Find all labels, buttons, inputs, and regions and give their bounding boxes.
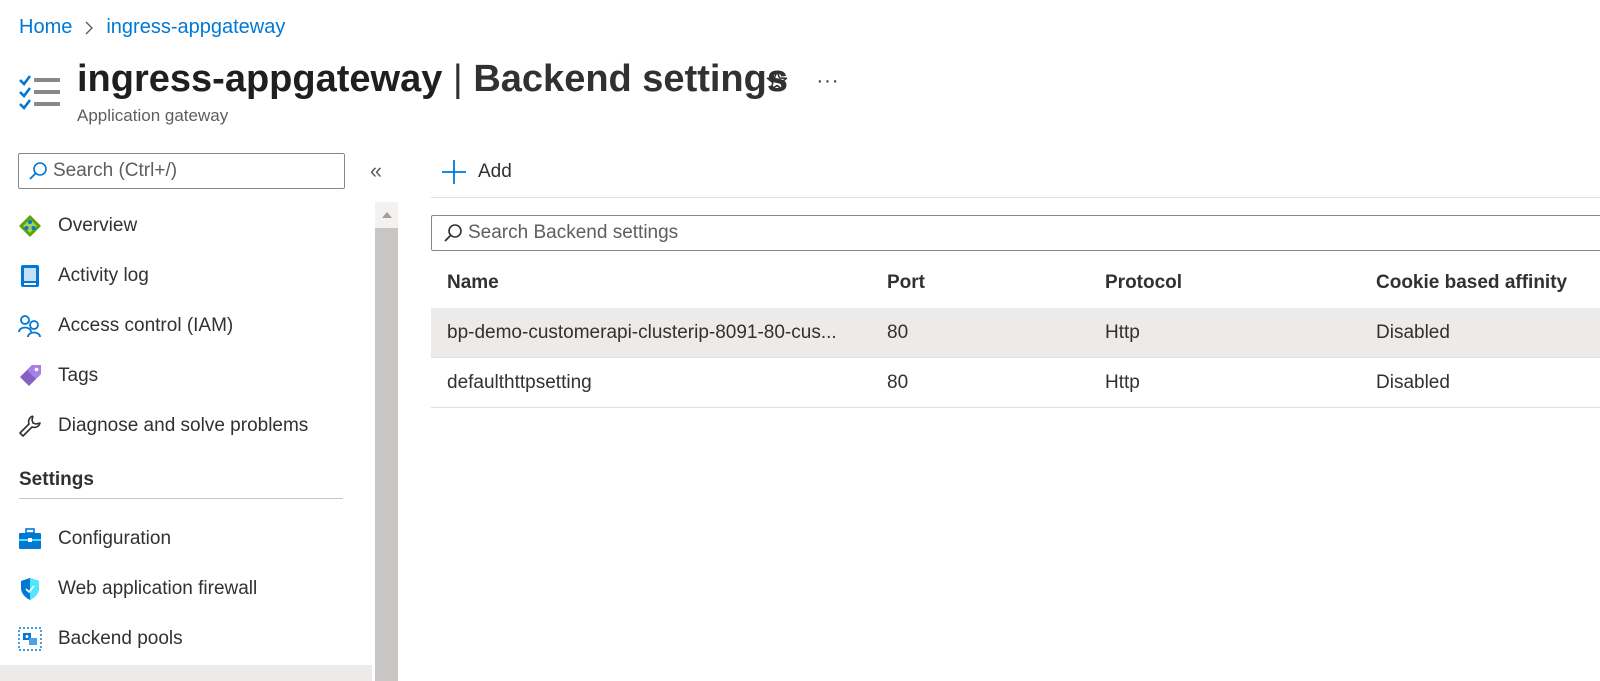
activity-log-icon — [18, 264, 42, 288]
overview-icon — [18, 214, 42, 238]
sidebar-item-label: Access control (IAM) — [58, 315, 234, 336]
sidebar-item-configuration[interactable]: Configuration — [0, 515, 372, 563]
chevron-right-icon — [72, 17, 106, 37]
shield-icon — [18, 577, 42, 601]
sidebar-item-backend-settings[interactable] — [0, 665, 372, 681]
sidebar-section-settings: Settings — [19, 469, 343, 499]
sidebar-item-label: Web application firewall — [58, 578, 258, 599]
table-row[interactable]: defaulthttpsetting 80 Http Disabled — [431, 358, 1600, 408]
backend-pool-icon — [18, 627, 42, 651]
backend-settings-icon — [18, 72, 62, 112]
sidebar-item-waf[interactable]: Web application firewall — [0, 565, 372, 613]
plus-icon — [440, 158, 468, 186]
cell-protocol: Http — [1105, 372, 1140, 393]
toolbar-divider — [431, 197, 1600, 198]
cell-protocol: Http — [1105, 322, 1140, 343]
cell-name[interactable]: bp-demo-customerapi-clusterip-8091-80-cu… — [447, 308, 837, 358]
sidebar-item-label: Configuration — [58, 528, 172, 549]
sidebar-item-label: Backend pools — [58, 628, 183, 649]
search-icon — [438, 216, 468, 250]
add-button[interactable]: Add — [440, 154, 512, 190]
resource-name: ingress-appgateway — [77, 58, 443, 100]
scroll-up-arrow-icon[interactable] — [375, 202, 398, 228]
cell-port: 80 — [887, 372, 909, 393]
cell-port: 80 — [887, 322, 909, 343]
grid-search-input[interactable] — [468, 222, 1368, 244]
sidebar-item-label: Tags — [58, 365, 99, 386]
sidebar-item-label: Diagnose and solve problems — [58, 415, 309, 436]
collapse-nav-button[interactable]: « — [363, 158, 389, 184]
tag-icon — [18, 364, 42, 388]
add-button-label: Add — [478, 161, 512, 182]
nav-search-input[interactable] — [53, 160, 323, 182]
sidebar-item-label: Overview — [58, 215, 138, 236]
cell-affinity: Disabled — [1376, 372, 1450, 393]
column-header-cookie-affinity[interactable]: Cookie based affinity — [1376, 258, 1567, 308]
column-header-port[interactable]: Port — [887, 258, 925, 308]
page-subtitle: Application gateway — [77, 106, 229, 125]
search-icon — [23, 154, 53, 188]
sidebar-item-tags[interactable]: Tags — [0, 352, 372, 400]
sidebar-nav: Overview Activity log Access control (IA… — [0, 202, 372, 681]
nav-search-box[interactable] — [18, 153, 345, 189]
breadcrumb-home-link[interactable]: Home — [19, 16, 72, 39]
table-row[interactable]: bp-demo-customerapi-clusterip-8091-80-cu… — [431, 308, 1600, 358]
cell-name[interactable]: defaulthttpsetting — [447, 358, 592, 408]
sidebar-item-iam[interactable]: Access control (IAM) — [0, 302, 372, 350]
sidebar-scrollbar[interactable] — [375, 202, 398, 681]
scroll-thumb[interactable] — [375, 228, 398, 681]
backend-settings-table: Name Port Protocol Cookie based affinity… — [431, 258, 1600, 408]
cell-affinity: Disabled — [1376, 322, 1450, 343]
grid-search-box[interactable] — [431, 215, 1600, 251]
column-header-name[interactable]: Name — [447, 258, 499, 308]
more-options-button[interactable]: ··· — [812, 66, 844, 96]
title-separator: | — [452, 58, 463, 100]
iam-icon — [18, 314, 42, 338]
breadcrumb-resource-link[interactable]: ingress-appgateway — [106, 16, 285, 39]
table-header: Name Port Protocol Cookie based affinity — [431, 258, 1600, 308]
toolbox-icon — [18, 527, 42, 551]
column-header-protocol[interactable]: Protocol — [1105, 258, 1182, 308]
wrench-icon — [18, 414, 42, 438]
breadcrumb: Home ingress-appgateway — [19, 14, 285, 40]
star-icon — [766, 70, 788, 91]
sidebar-item-label: Activity log — [58, 265, 149, 286]
blade-title: Backend settings — [473, 58, 788, 100]
sidebar-item-diagnose[interactable]: Diagnose and solve problems — [0, 402, 372, 450]
sidebar-item-backend-pools[interactable]: Backend pools — [0, 615, 372, 663]
sidebar-item-overview[interactable]: Overview — [0, 202, 372, 250]
sidebar-item-activity-log[interactable]: Activity log — [0, 252, 372, 300]
page-title: ingress-appgateway | Backend settings — [77, 56, 788, 102]
favorite-button[interactable] — [762, 66, 792, 96]
